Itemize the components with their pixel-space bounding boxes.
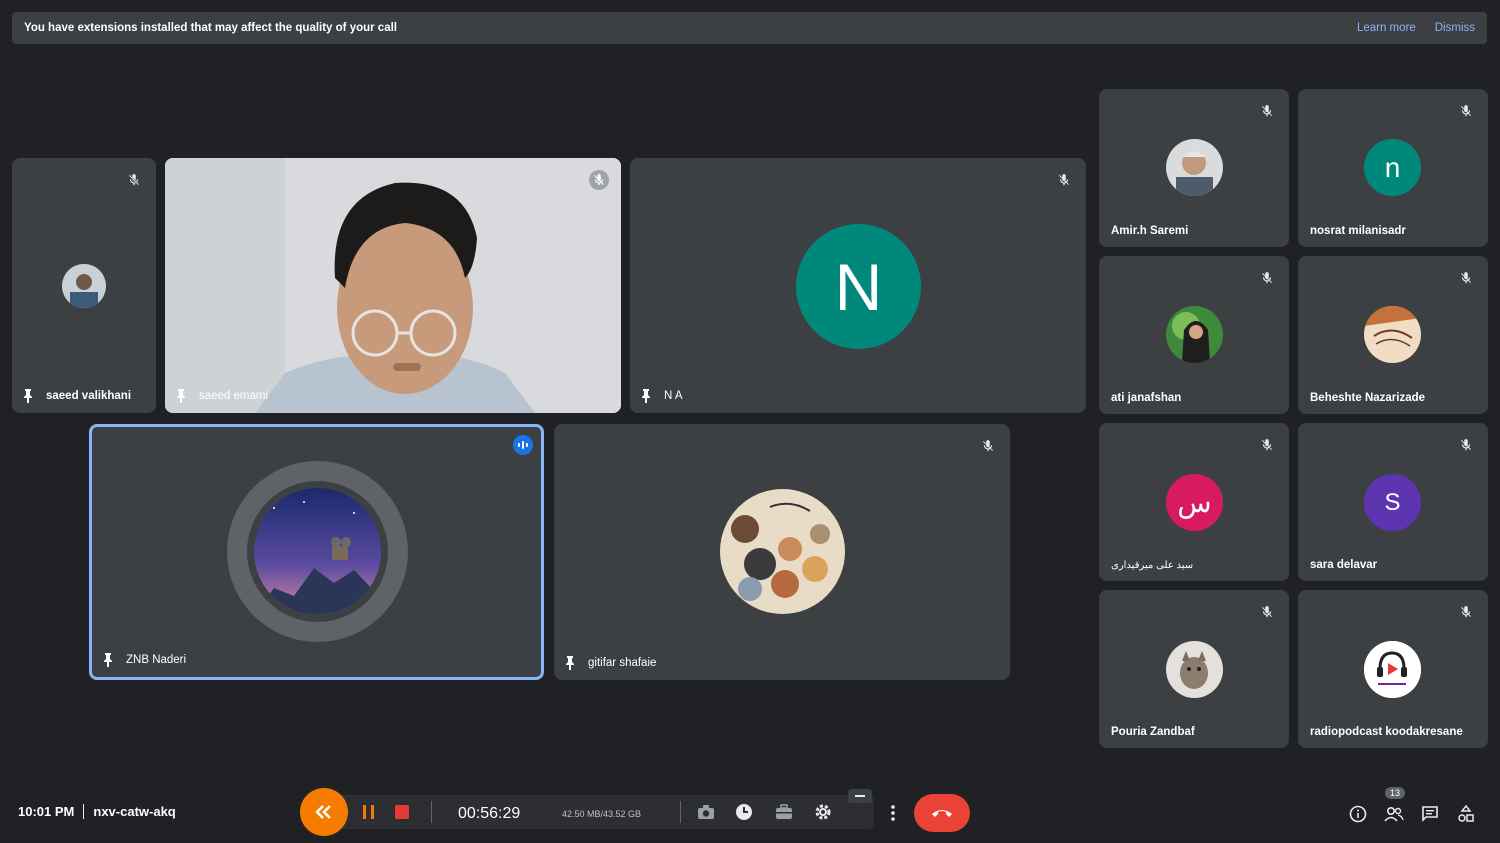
mic-off-icon <box>124 170 144 190</box>
screen-recorder-toolbar: 00:56:29 42.50 MB/43.52 GB <box>300 788 878 836</box>
pin-icon[interactable] <box>564 656 576 670</box>
participant-name: saeed valikhani <box>46 390 132 402</box>
participants-count-badge: 13 <box>1385 787 1406 799</box>
avatar: n <box>1364 139 1421 196</box>
mic-off-icon <box>1054 170 1074 190</box>
avatar: N <box>796 224 921 349</box>
avatar <box>62 264 106 308</box>
minimize-icon[interactable] <box>848 789 872 803</box>
meeting-code: nxv-catw-akq <box>93 804 176 819</box>
divider <box>431 801 432 823</box>
participant-tile-ati-janafshan[interactable]: ati janafshan <box>1099 256 1289 414</box>
right-controls: 13 <box>1340 787 1484 826</box>
mic-off-icon <box>1456 101 1476 121</box>
toolbox-icon[interactable] <box>774 802 794 822</box>
mic-off-icon <box>978 436 998 456</box>
mic-off-icon <box>1257 101 1277 121</box>
banner-message: You have extensions installed that may a… <box>24 22 397 34</box>
recording-timer: 00:56:29 <box>458 805 521 822</box>
settings-gear-icon[interactable] <box>813 802 833 822</box>
mic-off-icon <box>1257 268 1277 288</box>
phone-hangup-icon <box>932 810 952 817</box>
participant-name: saeed emami <box>199 390 269 402</box>
participant-tile-na[interactable]: N N A <box>630 158 1086 413</box>
mic-off-icon <box>1456 435 1476 455</box>
camera-icon[interactable] <box>696 802 716 822</box>
participant-name: سید علی میرقیداری <box>1111 560 1194 571</box>
avatar <box>1166 641 1223 698</box>
pin-icon[interactable] <box>640 389 652 403</box>
participant-name: Beheshte Nazarizade <box>1310 392 1426 404</box>
mic-off-icon <box>1257 602 1277 622</box>
participant-name: radiopodcast koodakresane <box>1310 726 1463 738</box>
avatar-initial: S <box>1384 488 1401 516</box>
chat-icon[interactable] <box>1412 802 1448 826</box>
recorder-collapse-button[interactable] <box>300 788 348 836</box>
mic-off-icon <box>1257 435 1277 455</box>
participant-tile-seyed-ali[interactable]: س سید علی میرقیداری <box>1099 423 1289 581</box>
participant-name: Pouria Zandbaf <box>1111 726 1195 738</box>
participant-tile-saeed-emami[interactable]: saeed emami <box>165 158 621 413</box>
avatar <box>720 489 845 614</box>
participant-tile-sara-delavar[interactable]: S sara delavar <box>1298 423 1488 581</box>
clock-icon[interactable] <box>734 802 754 822</box>
participant-name: nosrat milanisadr <box>1310 225 1406 237</box>
mic-off-icon <box>589 170 609 190</box>
bottom-bar: 10:01 PM nxv-catw-akq 00:56:29 42.50 MB/… <box>0 770 1500 843</box>
participant-tile-nosrat-milanisadr[interactable]: n nosrat milanisadr <box>1298 89 1488 247</box>
divider <box>83 804 85 819</box>
participant-name: Amir.h Saremi <box>1111 225 1189 237</box>
pause-icon[interactable] <box>360 803 378 821</box>
avatar-initial: N <box>834 249 883 324</box>
avatar <box>1166 139 1223 196</box>
avatar <box>254 488 381 615</box>
participant-name: N A <box>664 390 683 402</box>
participant-tile-amir-saremi[interactable]: Amir.h Saremi <box>1099 89 1289 247</box>
pin-icon[interactable] <box>102 653 114 667</box>
leave-call-button[interactable] <box>914 794 970 832</box>
learn-more-link[interactable]: Learn more <box>1357 22 1416 34</box>
participant-name: ZNB Naderi <box>126 654 187 666</box>
meeting-details-info-icon[interactable] <box>1340 802 1376 826</box>
avatar <box>1166 306 1223 363</box>
pin-icon[interactable] <box>175 389 187 403</box>
more-options-icon[interactable] <box>880 794 906 832</box>
participant-tile-pouria-zandbaf[interactable]: Pouria Zandbaf <box>1099 590 1289 748</box>
meeting-info: 10:01 PM nxv-catw-akq <box>18 804 176 819</box>
people-icon[interactable]: 13 <box>1376 787 1412 826</box>
mic-off-icon <box>1456 268 1476 288</box>
mic-off-icon <box>1456 602 1476 622</box>
dismiss-button[interactable]: Dismiss <box>1435 22 1475 34</box>
participant-name: sara delavar <box>1310 559 1378 571</box>
divider <box>680 801 681 823</box>
speaking-indicator-icon <box>513 435 533 455</box>
avatar-initial: n <box>1384 151 1401 183</box>
stop-icon[interactable] <box>394 804 410 820</box>
activities-icon[interactable] <box>1448 802 1484 826</box>
avatar: س <box>1166 474 1223 531</box>
participant-tile-znb-naderi[interactable]: ZNB Naderi <box>89 424 544 680</box>
recording-size: 42.50 MB/43.52 GB <box>562 809 642 819</box>
participant-tile-gitifar-shafaie[interactable]: gitifar shafaie <box>554 424 1010 680</box>
participant-tile-beheshte-nazarizade[interactable]: Beheshte Nazarizade <box>1298 256 1488 414</box>
avatar <box>1364 641 1421 698</box>
participant-name: ati janafshan <box>1111 392 1182 404</box>
avatar-initial: س <box>1177 487 1212 518</box>
participant-tile-radiopodcast[interactable]: radiopodcast koodakresane <box>1298 590 1488 748</box>
participant-name: gitifar shafaie <box>588 657 657 669</box>
clock: 10:01 PM <box>18 804 75 819</box>
recorder-panel: 00:56:29 42.50 MB/43.52 GB <box>336 789 874 829</box>
avatar: S <box>1364 474 1421 531</box>
participant-tile-saeed-valikhani[interactable]: saeed valikhani <box>12 158 156 413</box>
video-feed <box>165 158 621 413</box>
pin-icon[interactable] <box>22 389 34 403</box>
extensions-banner: You have extensions installed that may a… <box>12 12 1487 44</box>
avatar <box>1364 306 1421 363</box>
